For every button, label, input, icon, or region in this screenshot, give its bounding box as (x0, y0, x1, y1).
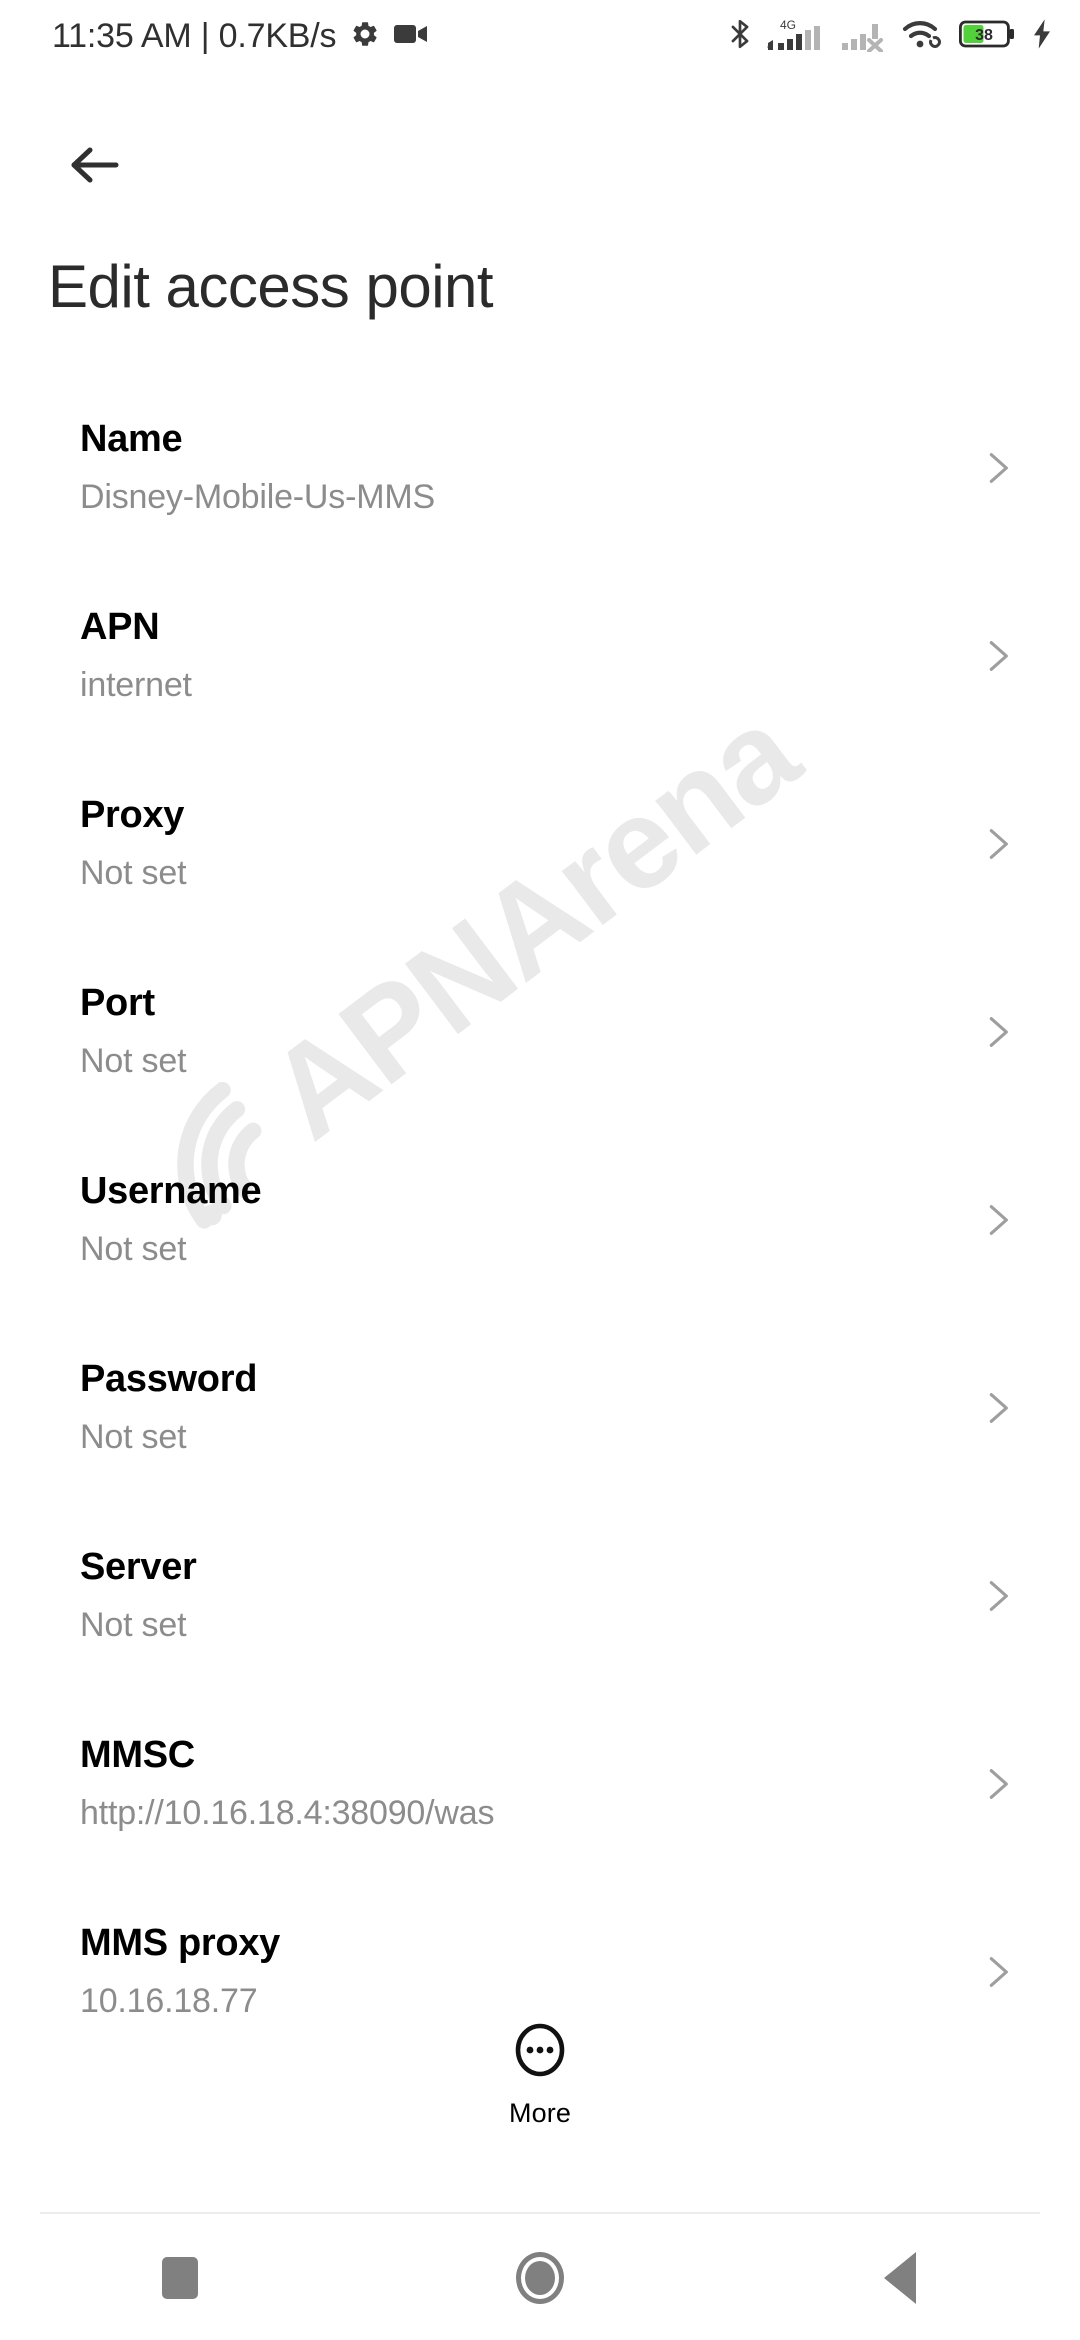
phone-screen: 11:35 AM | 0.7KB/s 4G 38 Edit access poi… (0, 0, 1080, 2340)
back-navigation-button[interactable] (52, 124, 138, 210)
wifi-icon (902, 17, 946, 56)
charging-bolt-icon (1030, 18, 1054, 55)
setting-value: Not set (80, 1230, 187, 1268)
battery-icon: 38 (958, 18, 1017, 55)
status-bar-clock: 11:35 AM | 0.7KB/s (52, 16, 337, 55)
setting-value: Disney-Mobile-Us-MMS (80, 478, 435, 516)
setting-value: internet (80, 666, 192, 704)
network-type-label: 4G (780, 18, 796, 32)
page-title: Edit access point (48, 253, 494, 320)
status-bar-left: 11:35 AM | 0.7KB/s (52, 17, 428, 56)
setting-row-server[interactable]: Server Not set (0, 1526, 1080, 1714)
setting-value: http://10.16.18.4:38090/was (80, 1794, 495, 1832)
arrow-left-icon (68, 144, 122, 191)
setting-label: MMSC (80, 1734, 195, 1776)
setting-label: MMS proxy (80, 1922, 280, 1964)
setting-row-name[interactable]: Name Disney-Mobile-Us-MMS (0, 398, 1080, 586)
setting-value: Not set (80, 854, 187, 892)
setting-label: Server (80, 1546, 197, 1588)
gear-icon (350, 19, 380, 54)
bottom-divider (40, 2212, 1040, 2214)
setting-label: Proxy (80, 794, 185, 836)
setting-row-apn[interactable]: APN internet (0, 586, 1080, 774)
setting-label: Port (80, 982, 155, 1024)
chevron-right-icon (978, 1200, 1018, 1240)
setting-value: Not set (80, 1606, 187, 1644)
chevron-right-icon (978, 1012, 1018, 1052)
access-point-settings-list: Name Disney-Mobile-Us-MMS APN internet P… (0, 398, 1080, 2090)
more-button[interactable]: More (0, 2022, 1080, 2129)
more-button-label: More (509, 2098, 571, 2128)
status-bar-right: 4G 38 (727, 16, 1054, 57)
battery-level-label: 38 (975, 27, 993, 44)
setting-value: 10.16.18.77 (80, 1982, 258, 2020)
setting-value: Not set (80, 1042, 187, 1080)
circle-icon (516, 2252, 564, 2304)
signal-sim2-off-icon (841, 16, 889, 57)
setting-row-port[interactable]: Port Not set (0, 962, 1080, 1150)
chevron-right-icon (978, 1764, 1018, 1804)
video-camera-icon (394, 22, 428, 51)
triangle-left-icon (884, 2252, 916, 2304)
chevron-right-icon (978, 824, 1018, 864)
setting-label: APN (80, 606, 160, 648)
setting-row-proxy[interactable]: Proxy Not set (0, 774, 1080, 962)
setting-row-password[interactable]: Password Not set (0, 1338, 1080, 1526)
back-button[interactable] (810, 2216, 990, 2340)
home-button[interactable] (450, 2216, 630, 2340)
setting-label: Username (80, 1170, 262, 1212)
setting-row-username[interactable]: Username Not set (0, 1150, 1080, 1338)
setting-row-mmsc[interactable]: MMSC http://10.16.18.4:38090/was (0, 1714, 1080, 1902)
bluetooth-icon (727, 17, 753, 56)
signal-4g-icon: 4G (766, 16, 828, 57)
chevron-right-icon (978, 1952, 1018, 1992)
chevron-right-icon (978, 448, 1018, 488)
chevron-right-icon (978, 1576, 1018, 1616)
setting-value: Not set (80, 1418, 187, 1456)
setting-label: Name (80, 418, 183, 460)
recents-button[interactable] (90, 2216, 270, 2340)
square-icon (162, 2257, 198, 2299)
chevron-right-icon (978, 1388, 1018, 1428)
circle-ellipsis-icon (514, 2022, 566, 2083)
chevron-right-icon (978, 636, 1018, 676)
system-navigation-bar (0, 2216, 1080, 2340)
status-bar: 11:35 AM | 0.7KB/s 4G 38 (0, 0, 1080, 72)
setting-label: Password (80, 1358, 258, 1400)
